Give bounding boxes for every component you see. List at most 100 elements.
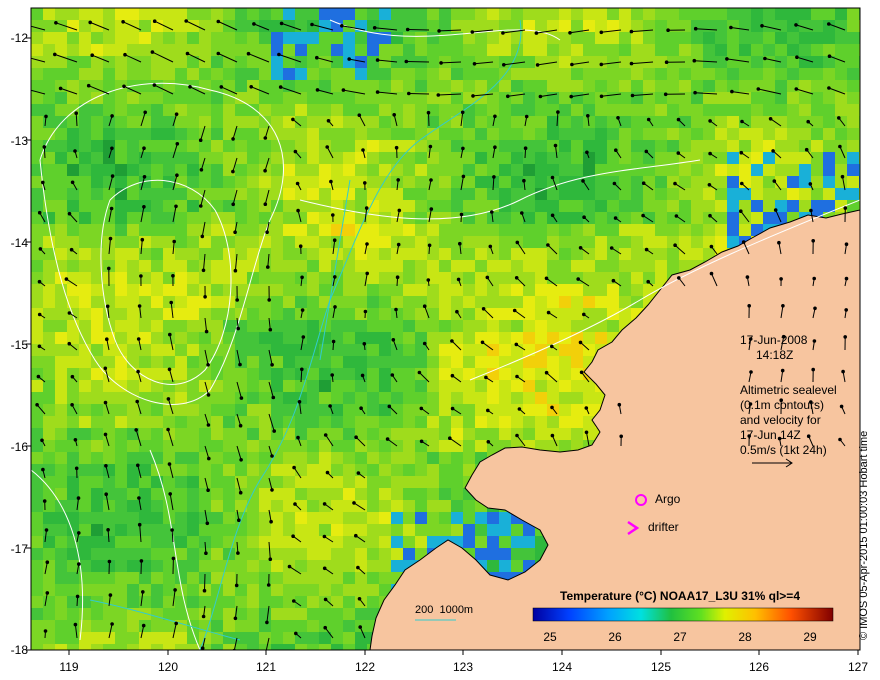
sst-pixel <box>331 296 343 308</box>
sst-pixel <box>643 200 655 212</box>
sst-pixel <box>463 392 475 404</box>
sst-pixel <box>139 248 151 260</box>
sst-pixel <box>283 212 295 224</box>
sst-pixel <box>667 8 679 20</box>
velocity-arrow <box>407 29 430 31</box>
sst-pixel <box>487 428 499 440</box>
sst-pixel <box>55 236 67 248</box>
sst-pixel <box>463 92 475 104</box>
sst-pixel <box>247 452 259 464</box>
sst-pixel <box>91 356 103 368</box>
sst-pixel <box>439 464 451 476</box>
velocity-arrowhead <box>709 271 714 276</box>
sst-pixel <box>139 488 151 500</box>
sst-pixel <box>331 416 343 428</box>
sst-pixel <box>127 416 139 428</box>
velocity-arrowhead <box>480 340 485 345</box>
sst-pixel <box>79 248 91 260</box>
sst-pixel <box>619 260 631 272</box>
sst-pixel <box>691 116 703 128</box>
sst-pixel <box>31 32 43 44</box>
sst-pixel <box>751 212 763 224</box>
sst-pixel <box>55 116 67 128</box>
sst-pixel <box>643 236 655 248</box>
sst-pixel <box>151 368 163 380</box>
sst-pixel <box>835 152 847 164</box>
sst-pixel <box>127 44 139 56</box>
sst-pixel <box>79 320 91 332</box>
sst-pixel <box>475 20 487 32</box>
sst-pixel <box>319 560 331 572</box>
sst-pixel <box>139 212 151 224</box>
sst-pixel <box>163 116 175 128</box>
sst-pixel <box>115 488 127 500</box>
map-date: 17-Jun-2008 <box>740 333 808 347</box>
sst-pixel <box>559 128 571 140</box>
sst-pixel <box>235 140 247 152</box>
velocity-arrowhead <box>773 208 778 212</box>
sst-pixel <box>355 476 367 488</box>
sst-pixel <box>247 20 259 32</box>
sst-pixel <box>727 20 739 32</box>
sst-pixel <box>367 392 379 404</box>
sst-pixel <box>307 536 319 548</box>
sst-pixel <box>451 248 463 260</box>
sst-pixel <box>475 44 487 56</box>
sst-pixel <box>31 488 43 500</box>
sst-pixel <box>715 224 727 236</box>
sst-pixel <box>31 452 43 464</box>
sst-pixel <box>175 128 187 140</box>
sst-pixel <box>31 104 43 116</box>
sst-pixel <box>667 224 679 236</box>
sst-pixel <box>163 404 175 416</box>
velocity-arrowhead <box>200 646 205 650</box>
sst-pixel <box>379 224 391 236</box>
sst-pixel <box>331 44 343 56</box>
sst-pixel <box>187 32 199 44</box>
velocity-arrowhead <box>568 31 572 35</box>
sst-pixel <box>115 224 127 236</box>
sst-pixel <box>307 464 319 476</box>
velocity-arrowhead <box>74 466 79 471</box>
velocity-arrowhead <box>708 119 712 123</box>
sst-pixel <box>451 272 463 284</box>
sst-pixel <box>343 596 355 608</box>
sst-pixel <box>211 392 223 404</box>
sst-pixel <box>631 8 643 20</box>
sst-pixel <box>139 140 151 152</box>
sst-pixel <box>799 44 811 56</box>
sst-pixel <box>583 224 595 236</box>
velocity-arrowhead <box>110 146 114 151</box>
sst-pixel <box>175 452 187 464</box>
sst-pixel <box>643 140 655 152</box>
sst-pixel <box>259 272 271 284</box>
sst-pixel <box>319 236 331 248</box>
velocity-arrowhead <box>37 344 42 349</box>
sst-pixel <box>415 176 427 188</box>
sst-pixel <box>247 632 259 644</box>
sst-pixel <box>175 476 187 488</box>
sst-pixel <box>91 200 103 212</box>
sst-pixel <box>235 164 247 176</box>
velocity-arrowhead <box>375 90 380 94</box>
sst-pixel <box>103 596 115 608</box>
velocity-arrowhead <box>459 212 464 217</box>
sst-pixel <box>355 488 367 500</box>
sst-pixel <box>631 164 643 176</box>
sst-pixel <box>775 68 787 80</box>
sst-pixel <box>667 104 679 116</box>
sst-pixel <box>595 332 607 344</box>
sst-pixel <box>763 212 775 224</box>
velocity-arrowhead <box>676 151 681 155</box>
sst-pixel <box>499 344 511 356</box>
sst-pixel <box>151 416 163 428</box>
velocity-arrowhead <box>42 145 47 149</box>
sst-pixel <box>247 140 259 152</box>
sst-pixel <box>775 212 787 224</box>
sst-pixel <box>427 260 439 272</box>
sst-pixel <box>187 152 199 164</box>
sst-pixel <box>139 80 151 92</box>
velocity-arrowhead <box>470 30 475 34</box>
sst-pixel <box>127 536 139 548</box>
sst-pixel <box>679 212 691 224</box>
